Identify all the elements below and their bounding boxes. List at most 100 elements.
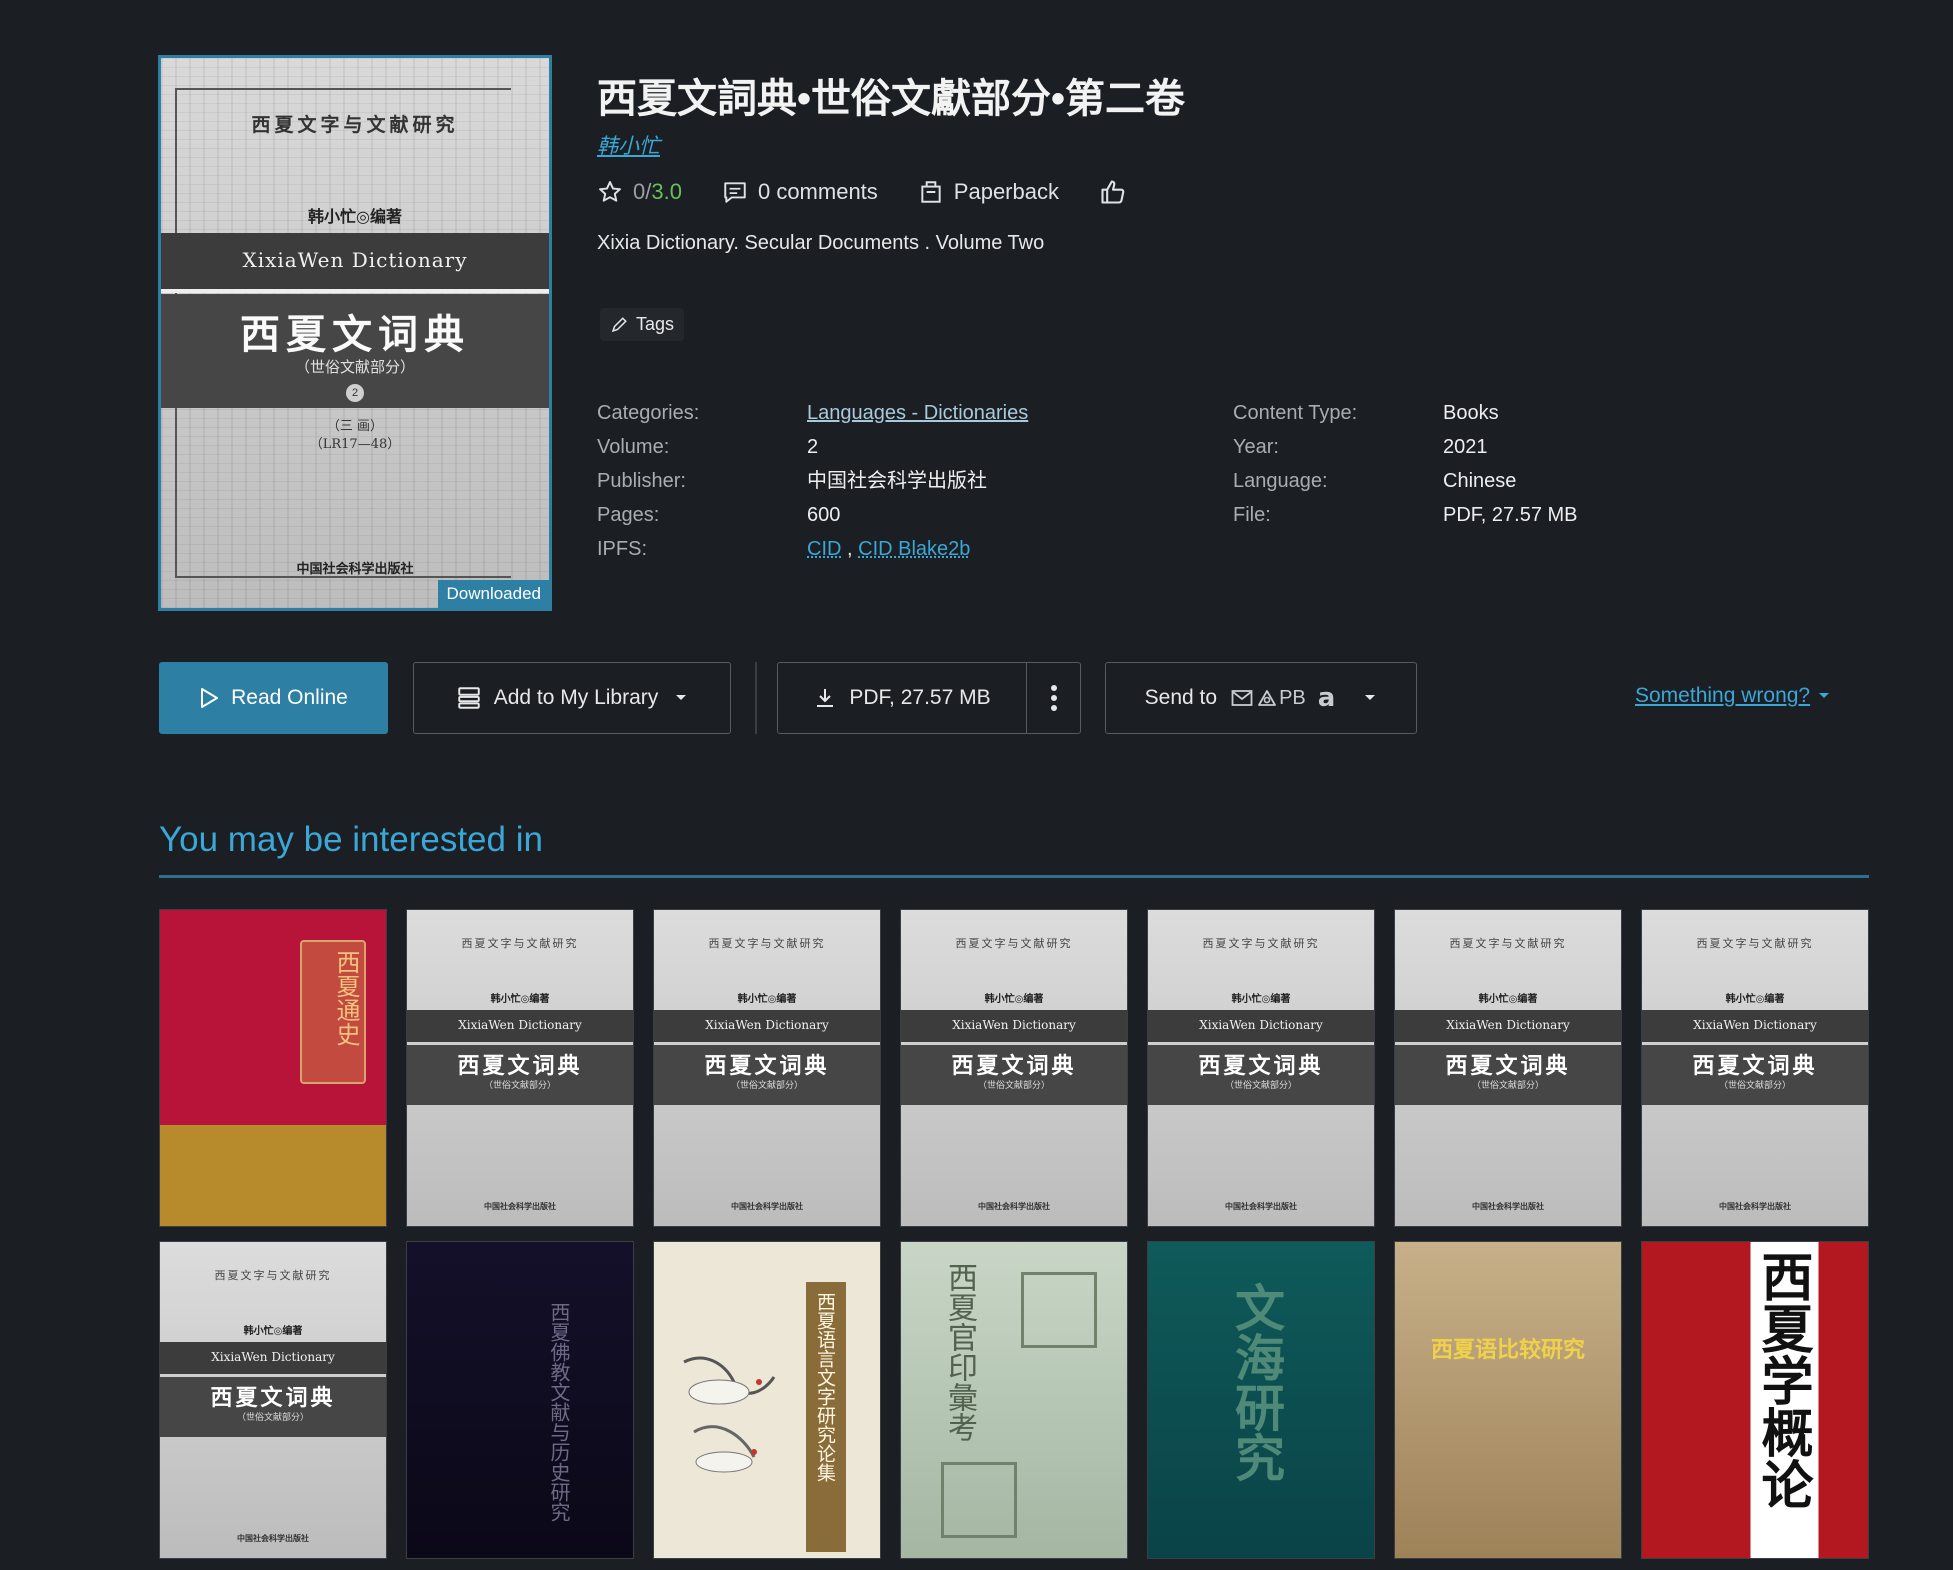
recommended-book[interactable]: 西夏语言文字研究论集: [653, 1241, 881, 1559]
book-subtitle-text: （世俗文献部分）: [1224, 1081, 1297, 1091]
detail-label: Year:: [1233, 436, 1279, 458]
recommended-book[interactable]: 西夏语比较研究: [1394, 1241, 1622, 1559]
comments-count: 0 comments: [757, 179, 878, 204]
action-divider: [755, 662, 757, 734]
book-author-text: 韩小忙◎编著: [243, 1326, 303, 1337]
rating-quality: 3.0: [651, 179, 682, 204]
book-description: Xixia Dictionary. Secular Documents . Vo…: [597, 232, 1045, 254]
pocketbook-label: PB: [1279, 686, 1306, 709]
detail-label: Publisher:: [597, 470, 686, 492]
thumbs-up-icon: [1101, 180, 1125, 204]
download-options-button[interactable]: [1026, 662, 1081, 734]
category-link[interactable]: Languages - Dictionaries: [807, 402, 1028, 424]
book-title-text: 西夏文词典: [951, 1053, 1077, 1079]
recommended-book[interactable]: 西夏文字与文献研究 韩小忙◎编著 XixiaWen Dictionary 西夏文…: [900, 909, 1128, 1227]
pencil-icon: [611, 316, 627, 332]
book-subtitle-text: （世俗文献部分）: [1718, 1081, 1791, 1091]
report-issue-label: Something wrong?: [1635, 684, 1811, 707]
recommended-book[interactable]: 西夏学概论: [1641, 1241, 1869, 1559]
detail-volume: Volume: 2: [597, 430, 1028, 464]
download-icon: [817, 689, 834, 707]
cranes-illustration: [683, 1356, 776, 1473]
book-title-text: 西夏文词典: [457, 1053, 583, 1079]
book-series-text: 西夏文字与文献研究: [1696, 937, 1814, 950]
book-title: 西夏文詞典•世俗文獻部分•第二卷: [597, 77, 1186, 121]
book-author-text: 韩小忙◎编著: [1231, 994, 1291, 1005]
recommended-book[interactable]: 西夏文字与文献研究 韩小忙◎编著 XixiaWen Dictionary 西夏文…: [653, 909, 881, 1227]
recommended-book[interactable]: 西夏文字与文献研究 韩小忙◎编著 XixiaWen Dictionary 西夏文…: [1641, 909, 1869, 1227]
author-link[interactable]: 韩小忙: [597, 130, 660, 160]
detail-value: Books: [1443, 402, 1499, 424]
read-online-button[interactable]: Read Online: [159, 662, 388, 734]
detail-language: Language: Chinese: [1233, 464, 1578, 498]
send-to-button[interactable]: Send to PB a: [1105, 662, 1417, 734]
tags-button[interactable]: Tags: [600, 308, 685, 341]
recommended-book[interactable]: 西夏文字与文献研究 韩小忙◎编著 XixiaWen Dictionary 西夏文…: [159, 1241, 387, 1559]
book-series-text: 西夏文字与文献研究: [1202, 937, 1320, 950]
like-button[interactable]: [1099, 178, 1137, 206]
recommendations-heading: You may be interested in: [159, 820, 543, 859]
detail-value: 2: [807, 436, 819, 458]
book-subtitle-text: （世俗文献部分）: [977, 1081, 1050, 1091]
book-subtitle-text: （世俗文献部分）: [730, 1081, 803, 1091]
detail-pages: Pages: 600: [597, 498, 1028, 532]
mail-icon: [1231, 690, 1253, 706]
tags-label: Tags: [636, 314, 675, 334]
comment-icon: [724, 182, 746, 203]
format-label: Paperback: [953, 179, 1059, 204]
recommended-book[interactable]: 西夏佛教文献与历史研究: [406, 1241, 634, 1559]
book-title-text: 西夏文词典: [210, 1385, 336, 1411]
cover-english-title: XixiaWen Dictionary: [242, 248, 468, 272]
pocketbook-icon: [1258, 690, 1276, 706]
book-author-text: 韩小忙◎编著: [984, 994, 1044, 1005]
detail-value: PDF, 27.57 MB: [1443, 504, 1578, 526]
download-pdf-button[interactable]: PDF, 27.57 MB: [777, 662, 1027, 734]
caret-down-icon: [1819, 693, 1830, 698]
book-subtitle-text: （世俗文献部分）: [236, 1413, 309, 1423]
ipfs-cid-link[interactable]: CID: [807, 538, 841, 560]
kebab-icon: [1050, 685, 1057, 711]
recommended-book[interactable]: 西夏文字与文献研究 韩小忙◎编著 XixiaWen Dictionary 西夏文…: [1394, 909, 1622, 1227]
ipfs-blake2b-link[interactable]: CID Blake2b: [858, 538, 970, 560]
book-author-text: 韩小忙◎编著: [490, 994, 550, 1005]
detail-label: File:: [1233, 504, 1271, 526]
book-title-text: 西夏语言文字研究论集: [814, 1292, 836, 1482]
book-title-text: 西夏语比较研究: [1430, 1337, 1585, 1363]
book-english-text: XixiaWen Dictionary: [952, 1018, 1076, 1032]
recommended-book[interactable]: 西夏通史: [159, 909, 387, 1227]
detail-content-type: Content Type: Books: [1233, 396, 1578, 430]
recommended-book[interactable]: 西夏官印彙考: [900, 1241, 1128, 1559]
add-to-library-button[interactable]: Add to My Library: [413, 662, 731, 734]
book-series-text: 西夏文字与文献研究: [461, 937, 579, 950]
recommended-book[interactable]: 西夏文字与文献研究 韩小忙◎编著 XixiaWen Dictionary 西夏文…: [406, 909, 634, 1227]
book-series-text: 西夏文字与文献研究: [1449, 937, 1567, 950]
detail-label: Language:: [1233, 470, 1328, 492]
book-title-text: 西夏通史: [332, 950, 360, 1046]
recommended-book[interactable]: 西夏文字与文献研究 韩小忙◎编著 XixiaWen Dictionary 西夏文…: [1147, 909, 1375, 1227]
detail-year: Year: 2021: [1233, 430, 1578, 464]
cover-volume-number: 2: [346, 384, 364, 402]
book-subtitle-text: （世俗文献部分）: [1471, 1081, 1544, 1091]
cover-volume-line1: （三 画）: [326, 419, 384, 434]
rating[interactable]: 0 / 3.0: [597, 179, 682, 205]
report-issue-link[interactable]: Something wrong?: [1635, 684, 1830, 708]
book-publisher-text: 中国社会科学出版社: [1719, 1201, 1791, 1211]
book-cover[interactable]: 西夏文字与文献研究 韩小忙◎编著 XixiaWen Dictionary 西夏文…: [158, 55, 552, 611]
detail-ipfs: IPFS: CID , CID Blake2b: [597, 532, 1028, 566]
book-series-text: 西夏文字与文献研究: [214, 1269, 332, 1282]
detail-label: Categories:: [597, 402, 700, 424]
book-publisher-text: 中国社会科学出版社: [484, 1201, 556, 1211]
comments-link[interactable]: 0 comments: [722, 179, 878, 205]
book-author-text: 韩小忙◎编著: [1725, 994, 1785, 1005]
detail-value: Chinese: [1443, 470, 1517, 492]
details-right: Content Type: Books Year: 2021 Language:…: [1233, 396, 1578, 532]
book-publisher-text: 中国社会科学出版社: [1472, 1201, 1544, 1211]
book-author-text: 韩小忙◎编著: [737, 994, 797, 1005]
recommended-book[interactable]: 文海研究: [1147, 1241, 1375, 1559]
send-to-label: Send to: [1144, 686, 1218, 709]
book-title-text: 西夏佛教文献与历史研究: [547, 1302, 571, 1522]
book-publisher-text: 中国社会科学出版社: [237, 1533, 309, 1543]
detail-publisher: Publisher: 中国社会科学出版社: [597, 464, 1028, 498]
book-title-text: 西夏学概论: [1752, 1250, 1813, 1510]
cover-volume-info: （三 画） （LR17—48）: [161, 418, 549, 454]
